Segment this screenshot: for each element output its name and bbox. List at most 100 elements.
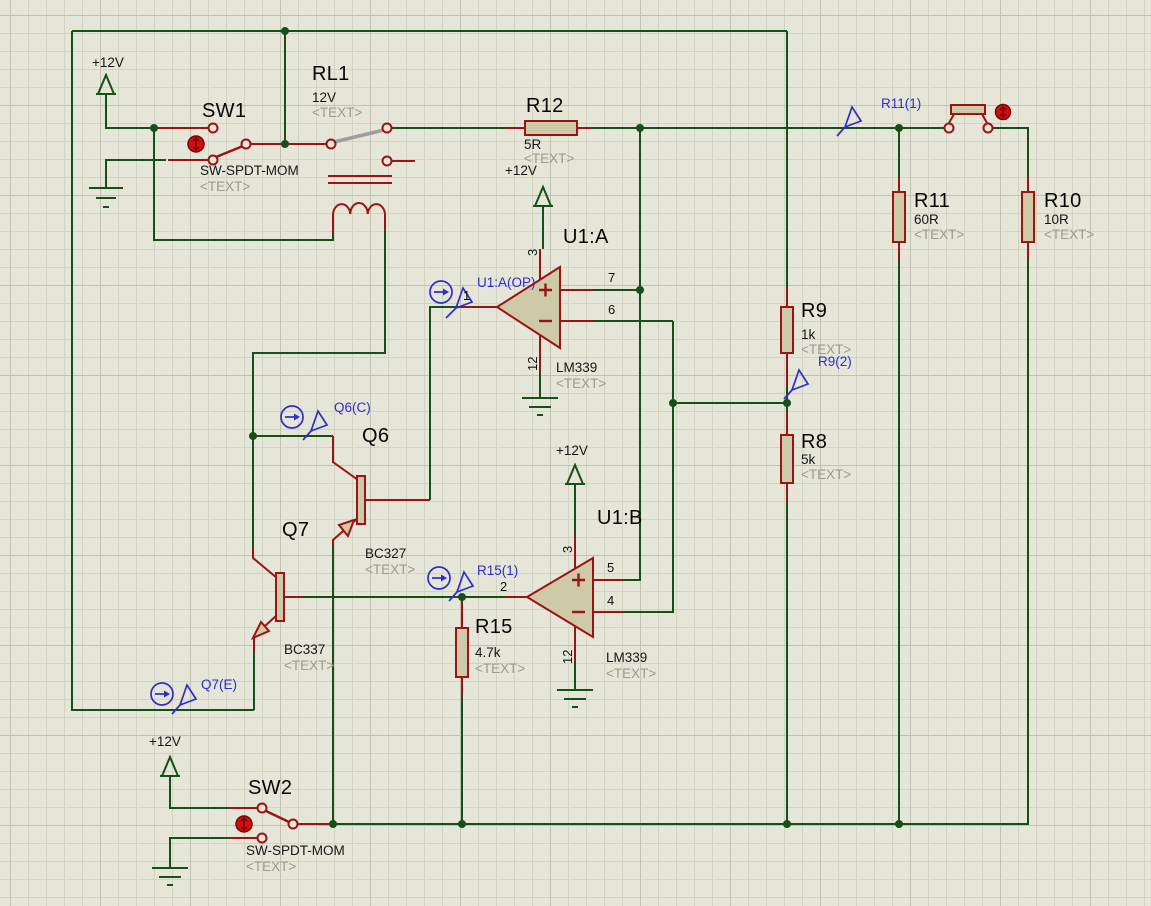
switch-sw2-contact-bottom — [258, 834, 267, 843]
ground-icon-sw1 — [89, 188, 123, 207]
switch-sw2-contact-top — [258, 804, 267, 813]
switch-sw2[interactable] — [229, 804, 330, 843]
ground-icon-u1a — [522, 398, 558, 415]
u1a-pin-vcc: 3 — [526, 249, 540, 256]
power-flag-icon-u1a — [533, 187, 553, 206]
sw2-type: SW-SPDT-MOM — [246, 844, 345, 859]
power-flag-icon-sw2 — [160, 757, 180, 776]
u1b-part: LM339 — [606, 651, 647, 666]
r10-value: 10R — [1044, 213, 1069, 228]
resistor-r12[interactable] — [505, 121, 592, 135]
resistor-r10[interactable] — [1022, 177, 1034, 259]
resistor-r12-body[interactable] — [525, 121, 577, 135]
transistor-q7-bar[interactable] — [276, 573, 284, 621]
relay-rl1-coil-terminals — [333, 214, 385, 233]
probe-label-r11-1: R11(1) — [881, 97, 921, 112]
probe-label-u1a-op: U1:A(OP) — [477, 276, 536, 291]
probe-arrow-icon — [446, 308, 456, 318]
r9-value: 1k — [801, 328, 815, 343]
switch-sw1[interactable] — [156, 124, 327, 165]
u1a-pin-gnd: 12 — [526, 357, 540, 371]
relay-rl1-lever — [334, 130, 384, 142]
rl1-value: 12V — [312, 91, 336, 106]
switch-sw2-actuator-marker[interactable] — [236, 816, 252, 832]
probe-r11-1[interactable] — [837, 107, 861, 136]
push-button-cap[interactable] — [951, 105, 985, 114]
u1b-pin-plus: 5 — [607, 561, 614, 575]
r11-ref: R11 — [914, 190, 950, 212]
q6-ref: Q6 — [362, 425, 389, 447]
r15-text-placeholder: <TEXT> — [475, 662, 525, 677]
switch-sw1-lever[interactable] — [216, 146, 243, 157]
q6-part: BC327 — [365, 547, 406, 562]
transistor-q6-bar[interactable] — [357, 476, 365, 524]
probe-label-q7-e: Q7(E) — [201, 678, 237, 693]
r10-ref: R10 — [1044, 190, 1082, 212]
wire-u1a-out-to-q6base — [430, 307, 461, 500]
r11-value: 60R — [914, 213, 939, 228]
wire-minus-vertical — [624, 321, 673, 612]
q7-ref: Q7 — [282, 519, 309, 541]
u1b-ref: U1:B — [597, 507, 643, 529]
sw2-text-placeholder: <TEXT> — [246, 860, 296, 875]
power-label-sw2: +12V — [149, 735, 181, 750]
r8-value: 5k — [801, 453, 815, 468]
r8-text-placeholder: <TEXT> — [801, 468, 851, 483]
relay-rl1-nc-contact — [383, 157, 392, 166]
rl1-text-placeholder: <TEXT> — [312, 106, 362, 121]
opamp-u1a[interactable] — [461, 249, 593, 372]
resistor-r11[interactable] — [893, 177, 905, 259]
opamp-u1b-body[interactable] — [527, 558, 593, 637]
switch-sw1-actuator-marker[interactable] — [188, 136, 204, 152]
u1b-pin-minus: 4 — [607, 594, 614, 608]
switch-sw2-lever[interactable] — [266, 811, 289, 822]
power-label-u1b: +12V — [556, 444, 588, 459]
resistor-r15[interactable] — [456, 597, 468, 696]
resistor-r11-body[interactable] — [893, 192, 905, 242]
r15-ref: R15 — [475, 616, 513, 638]
switch-sw1-pole — [242, 140, 251, 149]
resistor-r15-body[interactable] — [456, 628, 468, 677]
r11-text-placeholder: <TEXT> — [914, 228, 964, 243]
wire-gnd-to-sw2 — [170, 838, 229, 868]
relay-rl1[interactable] — [327, 124, 416, 234]
power-label-top-left: +12V — [92, 56, 124, 71]
u1a-pin-plus: 7 — [608, 271, 615, 285]
push-button-contact-left — [945, 124, 954, 133]
ground-icon-sw2 — [152, 868, 188, 885]
push-button-actuator-marker[interactable] — [996, 105, 1011, 120]
u1b-pin-vcc: 3 — [561, 546, 575, 553]
r9-text-placeholder: <TEXT> — [801, 343, 851, 358]
resistor-r9[interactable] — [781, 288, 793, 386]
switch-sw1-contact-top — [209, 124, 218, 133]
q7-text-placeholder: <TEXT> — [284, 659, 334, 674]
relay-rl1-no-contact — [383, 124, 392, 133]
relay-rl1-coil — [333, 203, 385, 214]
wire-vcc-to-sw2 — [170, 776, 229, 808]
resistor-r8-body[interactable] — [781, 435, 793, 483]
probe-q6-c[interactable] — [281, 406, 327, 440]
sw1-type: SW-SPDT-MOM — [200, 164, 299, 179]
relay-rl1-common-contact — [327, 140, 336, 149]
sw1-text-placeholder: <TEXT> — [200, 180, 250, 195]
transistor-q7[interactable] — [253, 548, 303, 651]
u1b-text-placeholder: <TEXT> — [606, 667, 656, 682]
u1a-pin-out: 1 — [463, 289, 470, 303]
sw2-ref: SW2 — [248, 777, 292, 799]
u1a-text-placeholder: <TEXT> — [556, 377, 606, 392]
power-flag-icon-u1b — [565, 465, 585, 484]
q6-text-placeholder: <TEXT> — [365, 563, 415, 578]
power-label-u1a: +12V — [505, 164, 537, 179]
q7-part: BC337 — [284, 643, 325, 658]
resistor-r9-body[interactable] — [781, 307, 793, 353]
u1b-pin-gnd: 12 — [561, 650, 575, 664]
sw1-ref: SW1 — [202, 100, 246, 122]
resistor-r10-body[interactable] — [1022, 192, 1034, 242]
resistor-r8[interactable] — [781, 411, 793, 501]
probe-r15-1[interactable] — [428, 567, 473, 601]
r10-text-placeholder: <TEXT> — [1044, 228, 1094, 243]
transistor-q6[interactable] — [333, 436, 430, 546]
r8-ref: R8 — [801, 431, 827, 453]
probe-label-r15-1: R15(1) — [477, 564, 518, 579]
u1a-ref: U1:A — [563, 226, 609, 248]
